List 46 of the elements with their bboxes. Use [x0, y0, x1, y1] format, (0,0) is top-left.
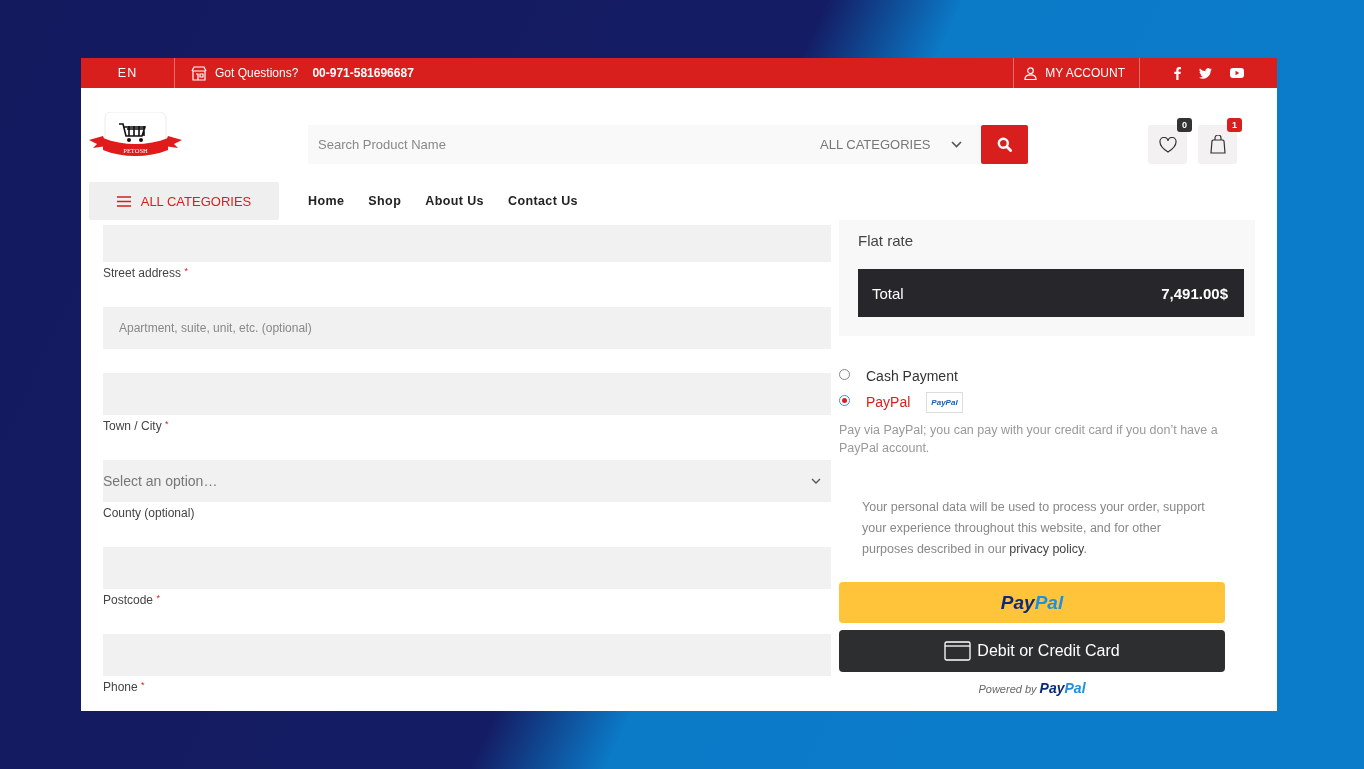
all-categories-button[interactable]: ALL CATEGORIES	[89, 182, 279, 220]
cart-count-badge: 1	[1227, 118, 1242, 132]
payment-option-label[interactable]: Cash Payment	[866, 368, 958, 384]
phone-number: 00-971-581696687	[312, 66, 414, 80]
debit-credit-card-button[interactable]: Debit or Credit Card	[839, 630, 1225, 672]
store-icon	[191, 65, 207, 81]
nav-link[interactable]: About Us	[425, 194, 484, 208]
heart-icon	[1158, 136, 1177, 153]
chevron-down-icon	[950, 141, 962, 148]
credit-card-icon	[944, 641, 972, 661]
chevron-down-icon	[811, 478, 821, 484]
nav-link[interactable]: Home	[308, 194, 345, 208]
field-label: Street address *	[103, 266, 189, 282]
total-value: 7,491.00$	[1161, 284, 1228, 302]
my-account-link[interactable]: MY ACCOUNT	[1045, 66, 1125, 80]
questions-label: Got Questions?	[215, 66, 299, 80]
shopping-bag-icon	[1209, 135, 1226, 154]
search-button[interactable]	[981, 125, 1028, 164]
paypal-button[interactable]: PayPal	[839, 582, 1225, 623]
shipping-method: Flat rate	[858, 232, 915, 251]
category-dropdown[interactable]: ALL CATEGORIES	[806, 125, 980, 164]
total-label: Total	[872, 284, 904, 302]
radio-button[interactable]	[839, 394, 850, 406]
input-field[interactable]: Apartment, suite, unit, etc. (optional)	[103, 307, 831, 349]
menu-icon	[116, 195, 131, 207]
facebook-icon[interactable]	[1173, 66, 1181, 80]
county-select[interactable]: Select an option…	[103, 460, 831, 502]
powered-by-text: Powered by PayPal	[977, 680, 1087, 696]
paypal-badge: PayPal	[926, 391, 963, 413]
search-field[interactable]: Search Product Name	[308, 125, 806, 164]
field-label: Phone *	[103, 680, 146, 696]
language-selector[interactable]: EN	[117, 66, 138, 80]
payment-option-label[interactable]: PayPal	[866, 394, 911, 410]
nav-link[interactable]: Shop	[368, 194, 402, 208]
field-label: Town / City *	[103, 419, 170, 435]
user-icon	[1024, 66, 1038, 80]
search-icon	[997, 137, 1012, 152]
field-label: Postcode *	[103, 593, 161, 609]
payment-description: Pay via PayPal; you can pay with your credit card if you don’t have a PayPal account.	[839, 422, 1219, 457]
radio-button[interactable]	[839, 368, 850, 380]
field-label: County (optional)	[103, 506, 196, 522]
privacy-notice: Your personal data will be used to process your order, support your experience throughout this website, and for other purposes described in our privacy policy.	[861, 499, 1206, 558]
wishlist-count-badge: 0	[1177, 118, 1192, 132]
twitter-icon[interactable]	[1198, 67, 1212, 79]
youtube-icon[interactable]	[1229, 68, 1244, 78]
nav-link[interactable]: Contact Us	[507, 194, 578, 208]
